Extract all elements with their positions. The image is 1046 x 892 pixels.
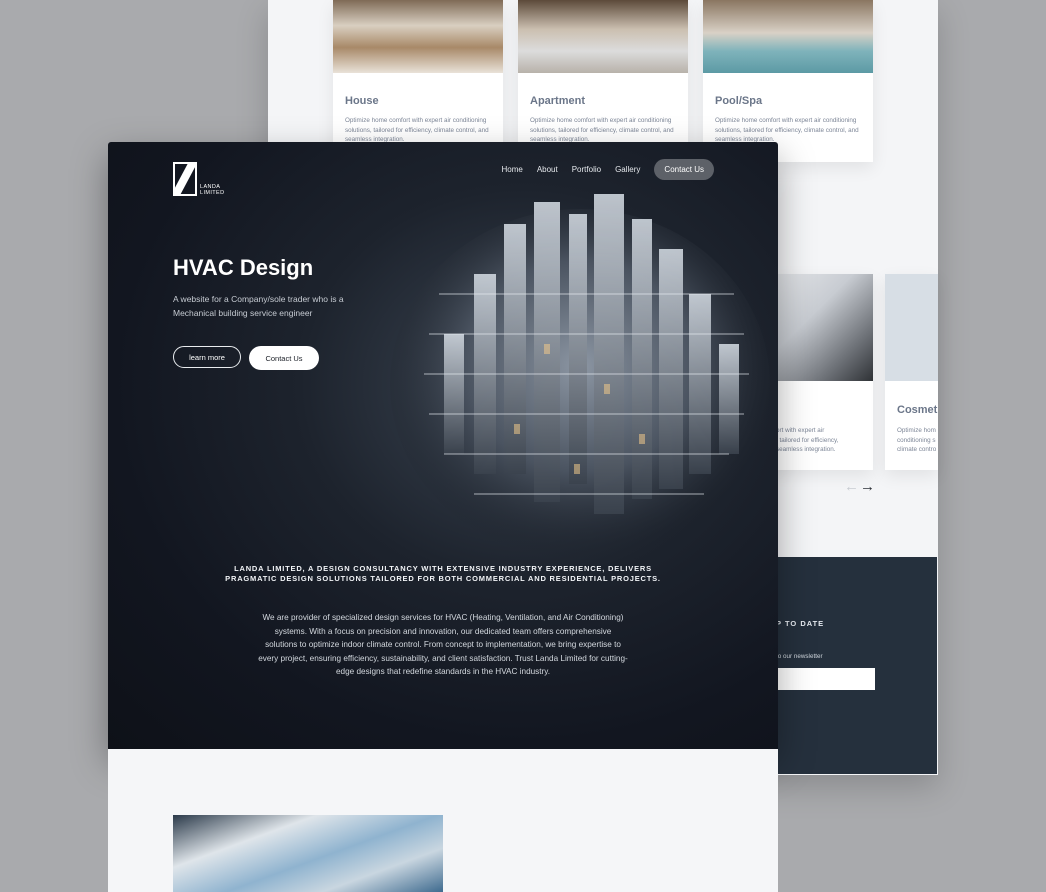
- card-title: Cosmeti: [897, 404, 938, 416]
- card-desc: Optimize home comfort with expert air co…: [530, 117, 674, 143]
- main-nav: Home About Portfolio Gallery Contact Us: [501, 159, 714, 180]
- contact-button[interactable]: Contact Us: [249, 346, 319, 370]
- arrow-left-icon[interactable]: ←: [844, 478, 859, 495]
- page-title: HVAC Design: [173, 255, 314, 280]
- office-image: [768, 274, 873, 381]
- nav-portfolio[interactable]: Portfolio: [572, 165, 601, 174]
- newsletter-subtext: to our newsletter: [776, 653, 823, 660]
- card-desc: Optimize home comfort with expert air co…: [345, 117, 489, 143]
- hero-section: LANDA LIMITED Home About Portfolio Galle…: [108, 142, 778, 749]
- cosmetic-image: [885, 274, 938, 381]
- learn-more-button[interactable]: learn more: [173, 346, 241, 368]
- next-section: [108, 749, 778, 892]
- landa-logo[interactable]: LANDA LIMITED: [173, 162, 225, 196]
- arrow-right-icon[interactable]: →: [860, 478, 875, 495]
- nav-gallery[interactable]: Gallery: [615, 165, 640, 174]
- card-title: Apartment: [530, 95, 586, 107]
- service-card-house[interactable]: House Optimize home comfort with expert …: [333, 0, 503, 162]
- card-desc: Optimize hom conditioning s climate cont…: [897, 427, 937, 453]
- nav-about[interactable]: About: [537, 165, 558, 174]
- logo-mark-icon: [173, 162, 197, 196]
- service-card-pool[interactable]: Pool/Spa Optimize home comfort with expe…: [703, 0, 873, 162]
- building-illustration: [390, 194, 770, 559]
- apartment-image: [518, 0, 688, 73]
- company-tagline: LANDA LIMITED, A DESIGN CONSULTANCY WITH…: [108, 564, 778, 584]
- logo-text: LANDA LIMITED: [200, 184, 225, 196]
- about-paragraph: We are provider of specialized design se…: [258, 613, 628, 676]
- newsletter-section: P TO DATE to our newsletter: [776, 557, 937, 774]
- newsletter-heading: P TO DATE: [776, 619, 825, 628]
- nav-contact-button[interactable]: Contact Us: [654, 159, 714, 180]
- nav-home[interactable]: Home: [501, 165, 522, 174]
- pool-image: [703, 0, 873, 73]
- house-image: [333, 0, 503, 73]
- service-card-apartment[interactable]: Apartment Optimize home comfort with exp…: [518, 0, 688, 162]
- tagline-text: LANDA LIMITED, A DESIGN CONSULTANCY WITH…: [225, 564, 661, 583]
- service-card-office[interactable]: ort with expert air , tailored for effic…: [768, 274, 873, 470]
- service-card-cosmetic[interactable]: Cosmeti Optimize hom conditioning s clim…: [885, 274, 938, 470]
- card-title: Pool/Spa: [715, 95, 763, 107]
- card-desc: ort with expert air , tailored for effic…: [776, 427, 839, 453]
- design-drawings-image: [173, 815, 443, 892]
- hero-subtitle: A website for a Company/sole trader who …: [173, 294, 344, 318]
- card-desc: Optimize home comfort with expert air co…: [715, 117, 859, 143]
- card-title: House: [345, 95, 379, 107]
- newsletter-email-field[interactable]: [776, 668, 875, 690]
